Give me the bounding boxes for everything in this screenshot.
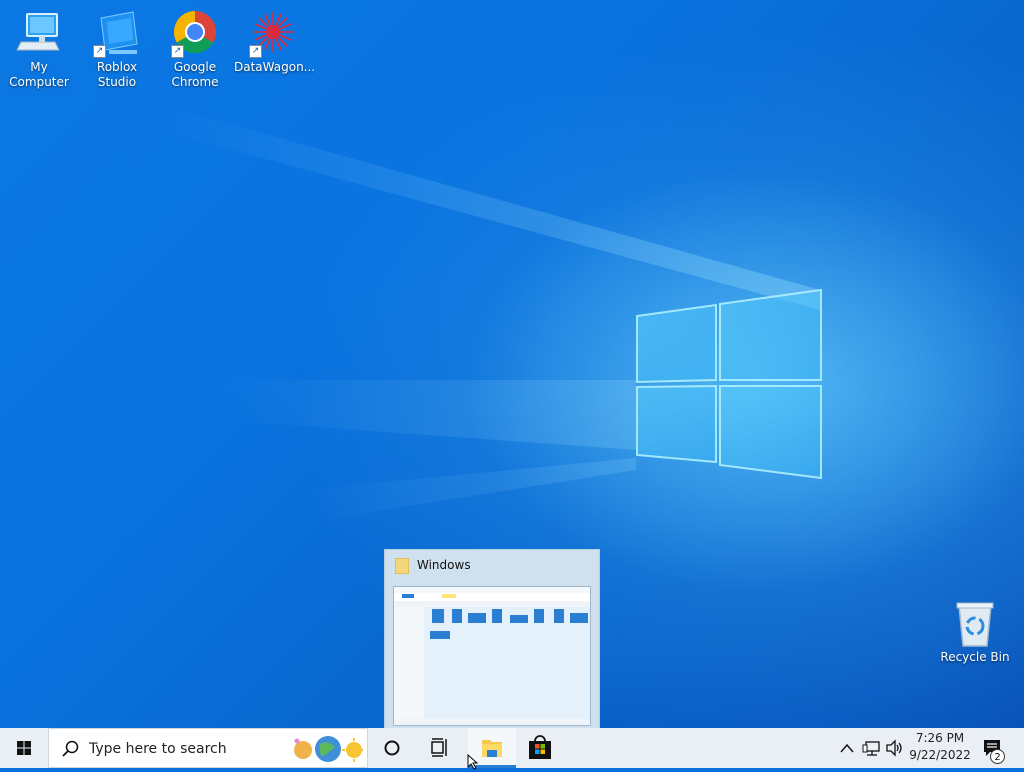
taskbar-thumbnail-preview[interactable]: Windows [384, 549, 600, 728]
window-preview-art [394, 587, 590, 725]
monitor-icon [15, 10, 63, 58]
window-preview[interactable] [393, 586, 591, 726]
desktop-icon-roblox-studio[interactable]: ↗ Roblox Studio [78, 10, 156, 90]
cortana-icon [384, 740, 400, 756]
roblox-studio-icon: ↗ [93, 10, 141, 58]
network-button[interactable] [862, 728, 882, 768]
thumbnail-title: Windows [417, 558, 471, 572]
speaker-icon [886, 739, 902, 757]
shortcut-arrow-icon: ↗ [171, 45, 184, 58]
taskbar-app-microsoft-store[interactable] [516, 728, 564, 768]
desktop-icon-recycle-bin[interactable]: Recycle Bin [940, 600, 1010, 665]
desktop-icon-google-chrome[interactable]: ↗ Google Chrome [156, 10, 234, 90]
start-button[interactable] [0, 728, 48, 768]
volume-button[interactable] [884, 728, 904, 768]
show-hidden-icons-button[interactable] [838, 728, 856, 768]
shortcut-arrow-icon: ↗ [93, 45, 106, 58]
desktop-icon-label: DataWagon... [234, 60, 316, 74]
desktop-icon-datawagon[interactable]: ↗ DataWagon... [234, 10, 316, 75]
desktop-icon-label: Google Chrome [171, 60, 219, 89]
search-placeholder: Type here to search [89, 741, 227, 757]
shortcut-arrow-icon: ↗ [249, 45, 262, 58]
clock-time: 7:26 PM [915, 731, 965, 745]
network-icon [862, 741, 880, 756]
desktop-icon-label: My Computer [9, 60, 69, 89]
store-icon [529, 735, 551, 759]
search-highlight-icon [294, 736, 363, 762]
chevron-up-icon [840, 743, 854, 753]
datawagon-icon: ↗ [249, 10, 297, 58]
task-view-button[interactable] [420, 728, 460, 768]
cortana-button[interactable] [372, 728, 412, 768]
desktop-background: My Computer ↗ Roblox Studio ↗ Google Chr… [0, 0, 1024, 728]
search-box[interactable]: Type here to search [48, 728, 368, 768]
recycle-bin-icon [951, 600, 999, 648]
notification-count-badge: 2 [990, 749, 1005, 764]
desktop-icon-label: Recycle Bin [940, 650, 1010, 664]
task-view-icon [431, 738, 447, 757]
chrome-icon: ↗ [171, 10, 219, 58]
windows-logo-icon [17, 741, 31, 755]
desktop-icon-my-computer[interactable]: My Computer [0, 10, 78, 90]
clock[interactable]: 7:26 PM 9/22/2022 [908, 730, 972, 764]
action-center-button[interactable]: 2 [978, 728, 1008, 768]
clock-date: 9/22/2022 [909, 748, 971, 762]
desktop-icon-label: Roblox Studio [96, 60, 138, 89]
folder-icon [394, 557, 410, 575]
search-icon [62, 740, 79, 757]
taskbar: Type here to search 7:26 PM 9/22/2022 2 [0, 728, 1024, 768]
